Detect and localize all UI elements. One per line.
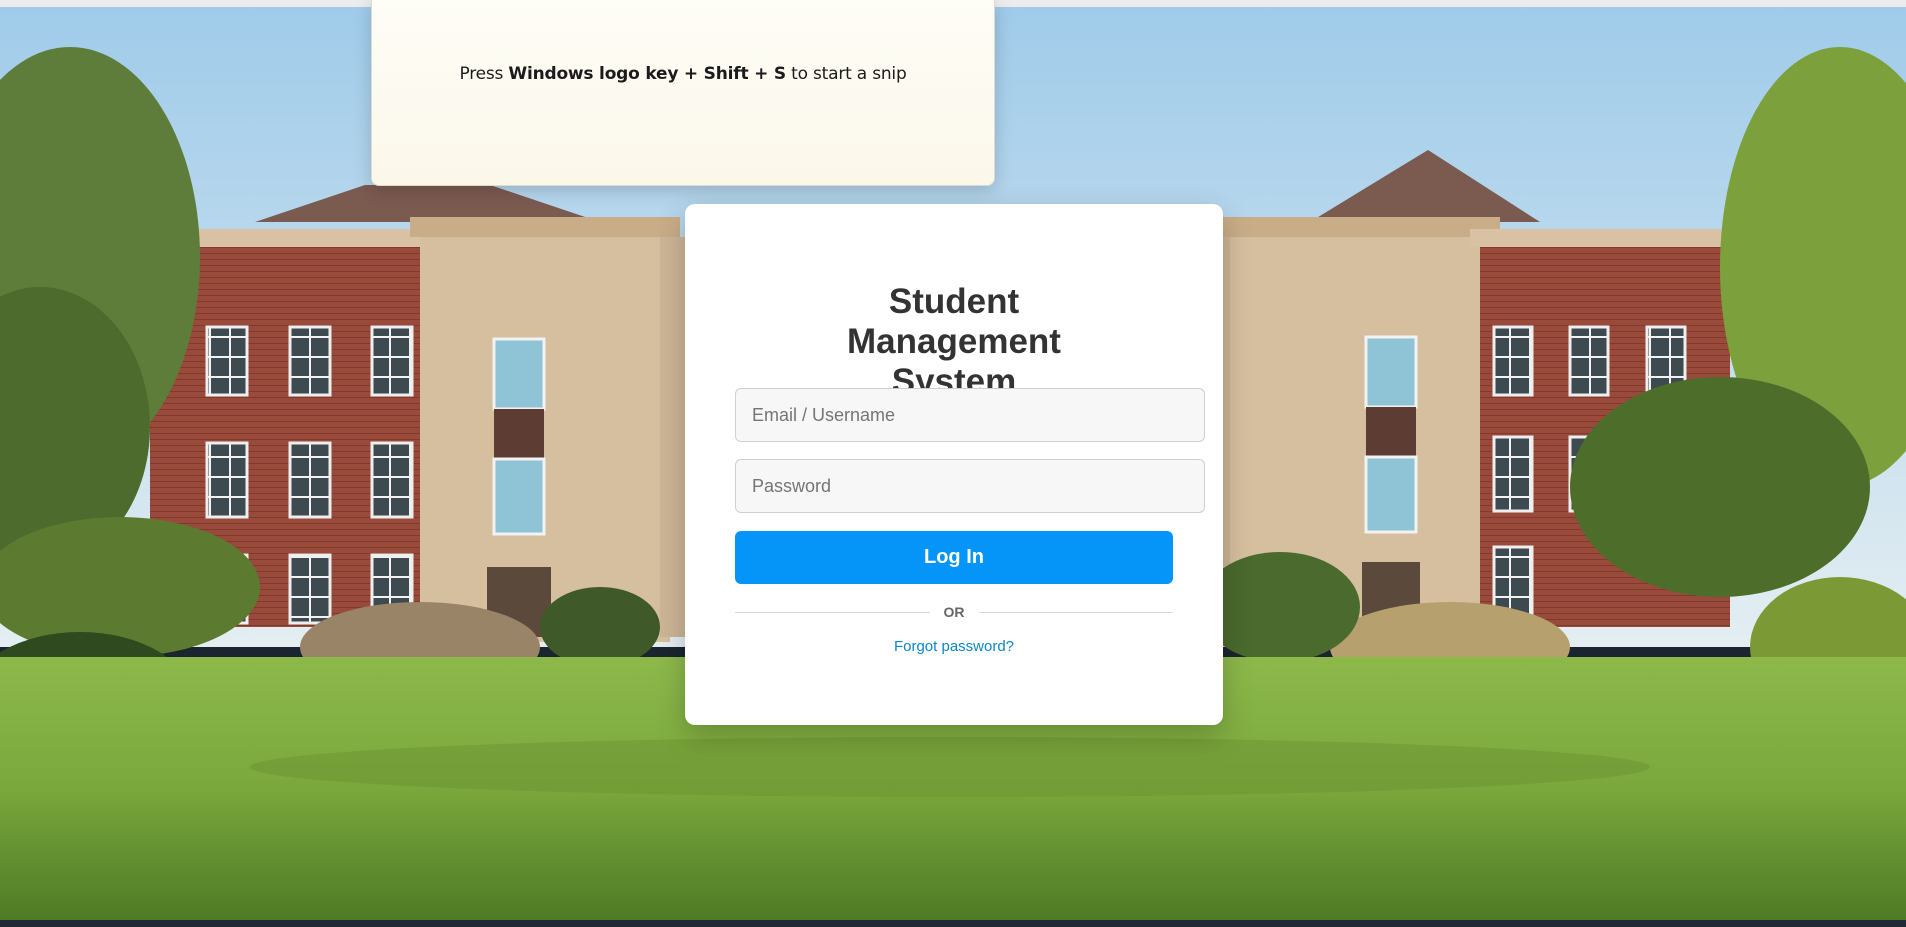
snip-suffix: to start a snip bbox=[785, 64, 907, 84]
snip-notification: Press Windows logo key + Shift + S to st… bbox=[371, 0, 995, 186]
snip-prefix: Press bbox=[459, 64, 509, 84]
forgot-password-container: Forgot password? bbox=[735, 204, 1173, 725]
snip-instruction-text: Press Windows logo key + Shift + S to st… bbox=[372, 64, 994, 84]
forgot-password-link[interactable]: Forgot password? bbox=[735, 638, 1173, 655]
snip-shortcut: Windows logo key + Shift + S bbox=[508, 64, 786, 84]
login-card: Student Management System Log In OR Forg… bbox=[685, 204, 1223, 725]
taskbar-edge bbox=[0, 920, 1906, 927]
